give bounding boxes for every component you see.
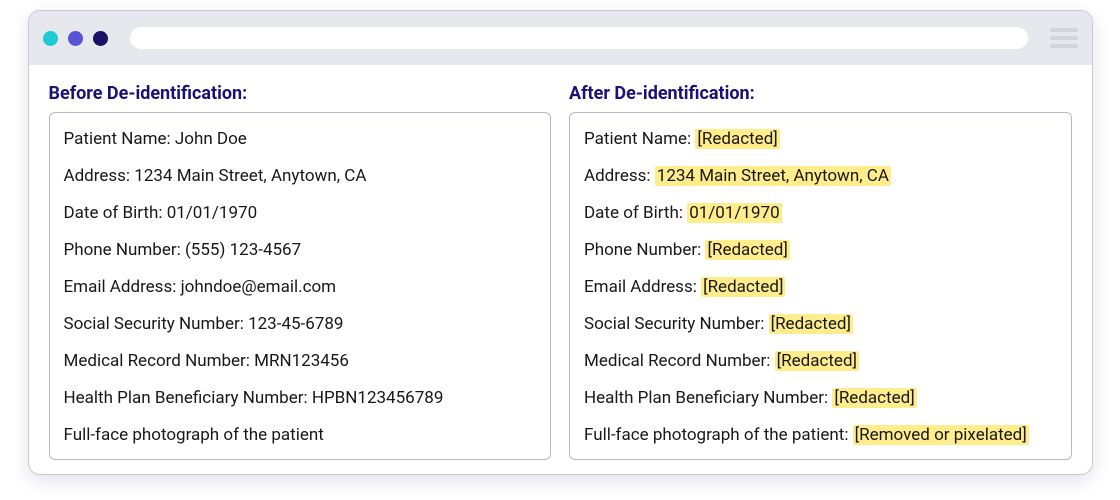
field-label: Address:	[64, 166, 135, 186]
titlebar	[29, 11, 1092, 65]
list-item: Social Security Number: 123-45-6789	[64, 306, 537, 343]
list-item: Phone Number: [Redacted]	[584, 232, 1057, 269]
after-panel: Patient Name: [Redacted] Address: 1234 M…	[569, 112, 1072, 460]
window-dot-2-icon[interactable]	[68, 31, 83, 46]
field-label: Social Security Number:	[584, 314, 769, 334]
redacted-value: [Redacted]	[832, 388, 916, 408]
list-item: Full-face photograph of the patient: [Re…	[584, 417, 1057, 454]
window-dots	[43, 31, 108, 46]
field-label: Patient Name:	[584, 129, 695, 149]
redacted-value: 1234 Main Street, Anytown, CA	[655, 166, 891, 186]
redacted-value: [Redacted]	[769, 314, 853, 334]
list-item: Full-face photograph of the patient	[64, 417, 537, 454]
list-item: Patient Name: [Redacted]	[584, 121, 1057, 158]
before-heading: Before De-identification:	[49, 83, 552, 104]
address-bar[interactable]	[130, 27, 1028, 49]
window-dot-3-icon[interactable]	[93, 31, 108, 46]
after-heading: After De-identification:	[569, 83, 1072, 104]
list-item: Address: 1234 Main Street, Anytown, CA	[64, 158, 537, 195]
browser-window: Before De-identification: Patient Name: …	[28, 10, 1093, 475]
list-item: Health Plan Beneficiary Number: HPBN1234…	[64, 380, 537, 417]
redacted-value: [Redacted]	[705, 240, 789, 260]
redacted-value: [Redacted]	[775, 351, 859, 371]
redacted-value: 01/01/1970	[687, 203, 781, 223]
field-value: John Doe	[175, 129, 247, 149]
field-value: 123-45-6789	[248, 314, 343, 334]
redacted-value: [Redacted]	[701, 277, 785, 297]
field-label: Address:	[584, 166, 655, 186]
redacted-value: [Removed or pixelated]	[853, 425, 1029, 445]
before-column: Before De-identification: Patient Name: …	[49, 83, 552, 460]
field-label: Social Security Number:	[64, 314, 249, 334]
field-label: Date of Birth:	[584, 203, 687, 223]
field-value: 01/01/1970	[167, 203, 257, 223]
field-value: 1234 Main Street, Anytown, CA	[134, 166, 366, 186]
field-label: Full-face photograph of the patient:	[584, 425, 853, 445]
list-item: Address: 1234 Main Street, Anytown, CA	[584, 158, 1057, 195]
window-dot-1-icon[interactable]	[43, 31, 58, 46]
after-column: After De-identification: Patient Name: […	[569, 83, 1072, 460]
field-label: Email Address:	[64, 277, 181, 297]
list-item: Medical Record Number: MRN123456	[64, 343, 537, 380]
field-label: Full-face photograph of the patient	[64, 425, 324, 445]
field-label: Email Address:	[584, 277, 701, 297]
list-item: Patient Name: John Doe	[64, 121, 537, 158]
content-area: Before De-identification: Patient Name: …	[29, 65, 1092, 475]
field-label: Health Plan Beneficiary Number:	[584, 388, 832, 408]
field-value: (555) 123-4567	[185, 240, 301, 260]
list-item: Email Address: johndoe@email.com	[64, 269, 537, 306]
list-item: Health Plan Beneficiary Number: [Redacte…	[584, 380, 1057, 417]
hamburger-menu-icon[interactable]	[1050, 28, 1078, 48]
field-value: MRN123456	[254, 351, 349, 371]
field-label: Medical Record Number:	[64, 351, 255, 371]
list-item: Phone Number: (555) 123-4567	[64, 232, 537, 269]
field-label: Patient Name:	[64, 129, 175, 149]
list-item: Social Security Number: [Redacted]	[584, 306, 1057, 343]
before-panel: Patient Name: John Doe Address: 1234 Mai…	[49, 112, 552, 460]
list-item: Date of Birth: 01/01/1970	[584, 195, 1057, 232]
list-item: Medical Record Number: [Redacted]	[584, 343, 1057, 380]
list-item: Date of Birth: 01/01/1970	[64, 195, 537, 232]
field-label: Phone Number:	[584, 240, 705, 260]
field-label: Phone Number:	[64, 240, 185, 260]
list-item: Email Address: [Redacted]	[584, 269, 1057, 306]
field-label: Date of Birth:	[64, 203, 167, 223]
field-label: Medical Record Number:	[584, 351, 775, 371]
field-value: johndoe@email.com	[181, 277, 337, 297]
field-value: HPBN123456789	[312, 388, 444, 408]
redacted-value: [Redacted]	[695, 129, 779, 149]
field-label: Health Plan Beneficiary Number:	[64, 388, 312, 408]
